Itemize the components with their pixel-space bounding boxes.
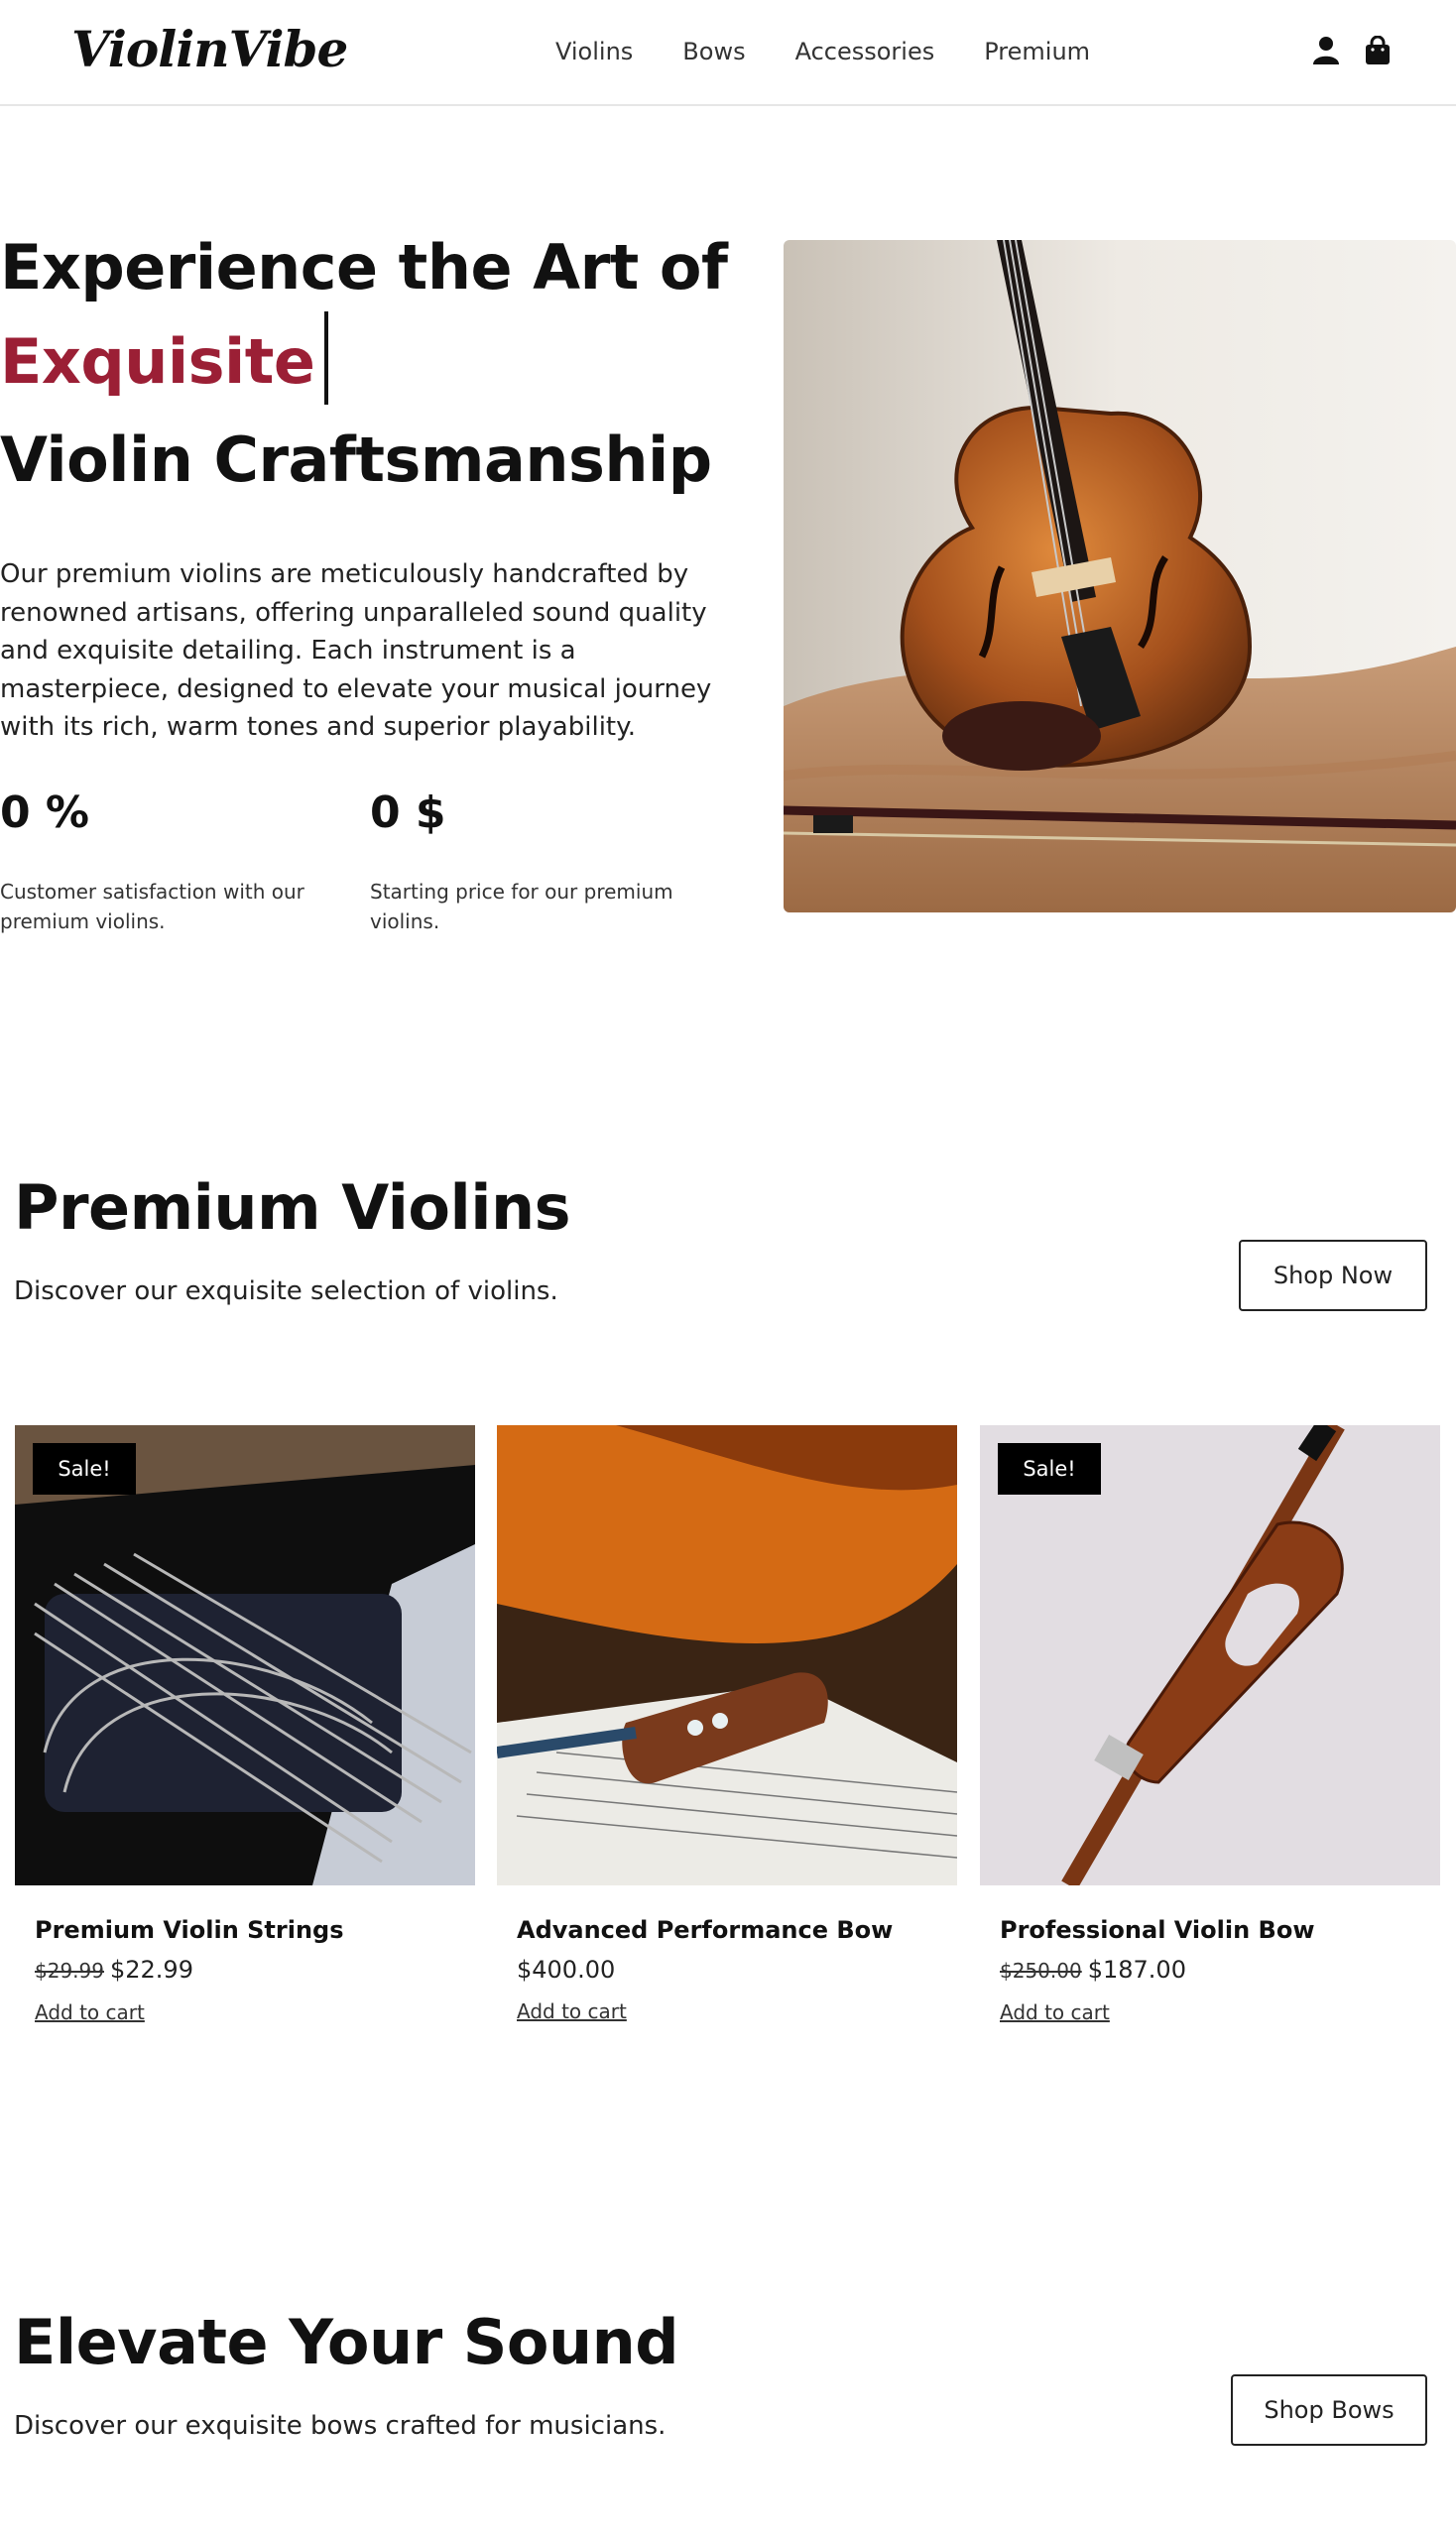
product-sale-price: $22.99 <box>109 1956 193 1984</box>
product-price: $400.00 <box>517 1953 957 1987</box>
stat-value: 0 % <box>0 787 90 838</box>
add-to-cart-link[interactable]: Add to cart <box>517 1996 627 2026</box>
product-image[interactable]: Sale! <box>980 1425 1440 1885</box>
hero-description: Our premium violins are meticulously han… <box>0 559 712 742</box>
premium-section-subtitle: Discover our exquisite selection of viol… <box>14 1276 558 1306</box>
stat-caption: Starting price for our premium violins. <box>370 880 673 933</box>
add-to-cart-link[interactable]: Add to cart <box>1000 1997 1110 2027</box>
product-old-price: $29.99 <box>35 1959 104 1983</box>
premium-section-title: Premium Violins <box>14 1171 571 1244</box>
sale-badge: Sale! <box>998 1443 1101 1495</box>
product-old-price: $250.00 <box>1000 1959 1082 1983</box>
nav-violins[interactable]: Violins <box>555 34 633 69</box>
nav-bows[interactable]: Bows <box>682 34 745 69</box>
product-card[interactable]: Sale! Professional Violin Bow $250.00 $18… <box>980 1425 1440 2027</box>
stat-price: 0 $ Starting price for our premium violi… <box>370 784 687 936</box>
add-to-cart-link[interactable]: Add to cart <box>35 1997 145 2027</box>
hero-title-accent: Exquisite <box>0 325 315 398</box>
elevate-section-title: Elevate Your Sound <box>14 2306 679 2378</box>
product-image[interactable] <box>497 1425 957 1885</box>
hero-title-line3: Violin Craftsmanship <box>0 423 712 496</box>
sale-badge: Sale! <box>33 1443 136 1495</box>
logo[interactable]: ViolinVibe <box>71 20 348 79</box>
shopping-bag-icon[interactable] <box>1364 35 1392 65</box>
stat-satisfaction: 0 % Customer satisfaction with our premi… <box>0 784 317 936</box>
product-price: $29.99 $22.99 <box>35 1953 475 1988</box>
hero-violin-image <box>784 240 1456 912</box>
stat-caption: Customer satisfaction with our premium v… <box>0 880 304 933</box>
product-sale-price: $187.00 <box>1087 1956 1186 1984</box>
typing-caret <box>324 310 329 405</box>
user-icon[interactable] <box>1312 36 1340 65</box>
hero-title-line1: Experience the Art of <box>0 231 728 303</box>
elevate-section-subtitle: Discover our exquisite bows crafted for … <box>14 2411 667 2441</box>
product-name[interactable]: Professional Violin Bow <box>1000 1913 1440 1947</box>
product-card[interactable]: Advanced Performance Bow $400.00 Add to … <box>497 1425 957 2026</box>
shop-bows-button[interactable]: Shop Bows <box>1231 2374 1427 2446</box>
product-card[interactable]: Sale! Premium Violin Strings $29.99 $22.9… <box>15 1425 475 2027</box>
product-price-value: $400.00 <box>517 1956 616 1984</box>
product-name[interactable]: Advanced Performance Bow <box>517 1913 957 1947</box>
nav-premium[interactable]: Premium <box>984 34 1090 69</box>
main-nav: Violins Bows Accessories Premium <box>555 34 1140 69</box>
site-header: ViolinVibe Violins Bows Accessories Prem… <box>0 0 1456 106</box>
product-price: $250.00 $187.00 <box>1000 1953 1440 1988</box>
hero-title: Experience the Art of Exquisite Violin C… <box>0 220 728 507</box>
nav-accessories[interactable]: Accessories <box>795 34 935 69</box>
product-name[interactable]: Premium Violin Strings <box>35 1913 475 1947</box>
stat-value: 0 $ <box>370 787 446 838</box>
shop-now-button[interactable]: Shop Now <box>1239 1240 1427 1311</box>
header-icons <box>1312 35 1392 65</box>
product-image[interactable]: Sale! <box>15 1425 475 1885</box>
